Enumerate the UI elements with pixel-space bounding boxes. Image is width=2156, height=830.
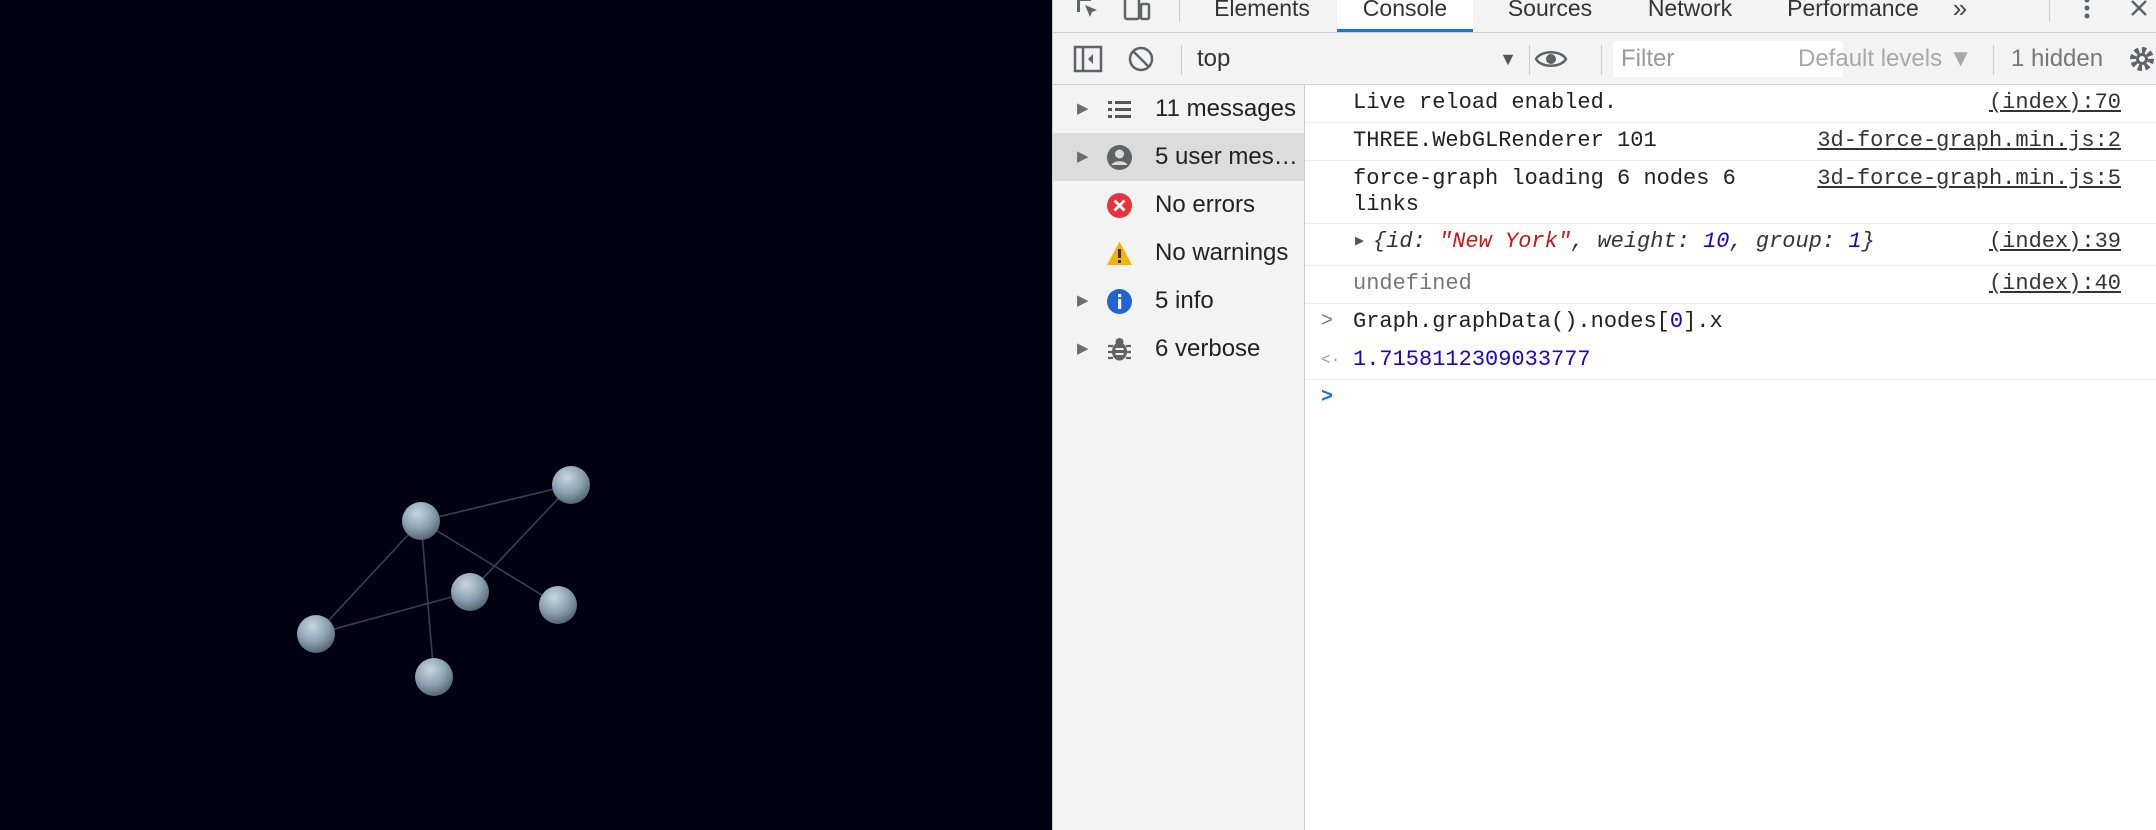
console-message: undefined (index):40 [1305, 266, 2156, 304]
command-text: Graph.graphData().nodes[0].x [1353, 309, 1723, 334]
sidebar-toggle-icon[interactable] [1072, 43, 1104, 75]
source-link[interactable]: (index):39 [1989, 229, 2121, 255]
console-output[interactable]: Live reload enabled. (index):70 THREE.We… [1305, 85, 2156, 830]
graph-canvas[interactable] [0, 0, 1052, 830]
console-prompt[interactable]: > [1305, 380, 2156, 420]
source-link[interactable]: 3d-force-graph.min.js:5 [1817, 166, 2121, 192]
console-result: <· 1.7158112309033777 [1305, 342, 2156, 380]
sidebar-item-label: 5 user messages [1155, 143, 1303, 170]
toolbar-divider [1601, 45, 1602, 75]
message-text: Live reload enabled. [1353, 90, 1618, 115]
tab-console[interactable]: Console [1337, 0, 1473, 32]
bug-icon [1108, 338, 1131, 361]
input-chevron-icon: > [1321, 310, 1334, 333]
inspect-element-icon[interactable] [1071, 0, 1103, 24]
hidden-count-label: 1 hidden [2011, 45, 2104, 72]
toolbar-divider [1181, 45, 1182, 75]
graph-node[interactable] [297, 615, 335, 653]
tab-network[interactable]: Network [1625, 0, 1755, 32]
console-toolbar: top ▼ Default levels ▼ 1 hidden [1053, 33, 2156, 85]
sidebar-item-label: No warnings [1155, 239, 1289, 266]
kebab-menu-icon[interactable] [2071, 0, 2103, 24]
sidebar-item-errors[interactable]: No errors [1053, 181, 1304, 229]
graph-viewport[interactable] [0, 0, 1052, 830]
context-value: top [1197, 45, 1231, 72]
device-toolbar-icon[interactable] [1121, 0, 1153, 24]
list-icon [1108, 101, 1131, 118]
graph-link [420, 484, 572, 522]
user-icon [1107, 145, 1132, 170]
graph-link [420, 520, 559, 606]
graph-node[interactable] [552, 466, 590, 504]
more-tabs-icon[interactable]: » [1944, 0, 1976, 24]
graph-node[interactable] [451, 573, 489, 611]
devtools-tabbar: Elements Console Sources Network Perform… [1053, 0, 2156, 33]
dropdown-arrow-icon: ▼ [1499, 49, 1517, 69]
expand-triangle-icon[interactable]: ▶ [1355, 229, 1364, 255]
console-message: THREE.WebGLRenderer 101 3d-force-graph.m… [1305, 123, 2156, 161]
tab-elements[interactable]: Elements [1197, 0, 1327, 32]
message-text: undefined [1353, 271, 1472, 296]
result-value: 1.7158112309033777 [1353, 347, 1591, 372]
eye-icon[interactable] [1527, 43, 1575, 75]
sidebar-item-messages[interactable]: ▶ 11 messages [1053, 85, 1304, 133]
console-sidebar: ▶ 11 messages ▶ 5 user messages [1053, 85, 1305, 830]
graph-link [420, 520, 435, 678]
graph-link [315, 520, 422, 635]
gear-icon[interactable] [2126, 43, 2156, 75]
expand-triangle-icon[interactable]: ▶ [1077, 85, 1089, 133]
expand-triangle-icon[interactable]: ▶ [1077, 277, 1089, 325]
context-selector[interactable]: top ▼ [1197, 41, 1517, 77]
result-arrow-icon: <· [1321, 351, 1341, 369]
source-link[interactable]: 3d-force-graph.min.js:2 [1817, 128, 2121, 154]
close-icon[interactable] [2123, 0, 2155, 24]
sidebar-item-warnings[interactable]: No warnings [1053, 229, 1304, 277]
console-input-echo: > Graph.graphData().nodes[0].x [1305, 304, 2156, 342]
sidebar-item-verbose[interactable]: ▶ 6 verbose [1053, 325, 1304, 373]
sidebar-item-label: 11 messages [1155, 95, 1296, 122]
console-message: force-graph loading 6 nodes 6 links 3d-f… [1305, 161, 2156, 224]
prompt-chevron-icon: > [1321, 386, 1334, 409]
graph-node[interactable] [415, 658, 453, 696]
console-object-message[interactable]: ▶ {id: "New York", weight: 10, group: 1}… [1305, 224, 2156, 266]
devtools-panel: Elements Console Sources Network Perform… [1052, 0, 2156, 830]
tabbar-divider [1179, 0, 1180, 22]
source-link[interactable]: (index):40 [1989, 271, 2121, 297]
sidebar-item-user-messages[interactable]: ▶ 5 user messages [1053, 133, 1304, 181]
message-text: force-graph loading 6 nodes 6 links [1353, 166, 1736, 217]
sidebar-item-label: No errors [1155, 191, 1256, 218]
sidebar-item-label: 6 verbose [1155, 335, 1261, 362]
graph-link [469, 484, 572, 593]
log-levels-dropdown[interactable]: Default levels ▼ [1798, 41, 1973, 77]
graph-node[interactable] [402, 502, 440, 540]
tab-performance[interactable]: Performance [1765, 0, 1941, 32]
info-icon [1107, 289, 1132, 314]
source-link[interactable]: (index):70 [1989, 90, 2121, 116]
expand-triangle-icon[interactable]: ▶ [1077, 325, 1089, 373]
tab-sources[interactable]: Sources [1485, 0, 1615, 32]
sidebar-item-info[interactable]: ▶ 5 info [1053, 277, 1304, 325]
message-text: THREE.WebGLRenderer 101 [1353, 128, 1657, 153]
toolbar-divider [1993, 45, 1994, 75]
warning-icon [1107, 241, 1132, 265]
error-icon [1107, 193, 1132, 218]
clear-console-icon[interactable] [1125, 43, 1157, 75]
sidebar-item-label: 5 info [1155, 287, 1214, 314]
tabbar-divider [2049, 0, 2050, 22]
expand-triangle-icon[interactable]: ▶ [1077, 133, 1089, 181]
graph-link [315, 591, 471, 635]
console-message: Live reload enabled. (index):70 [1305, 85, 2156, 123]
graph-node[interactable] [539, 586, 577, 624]
